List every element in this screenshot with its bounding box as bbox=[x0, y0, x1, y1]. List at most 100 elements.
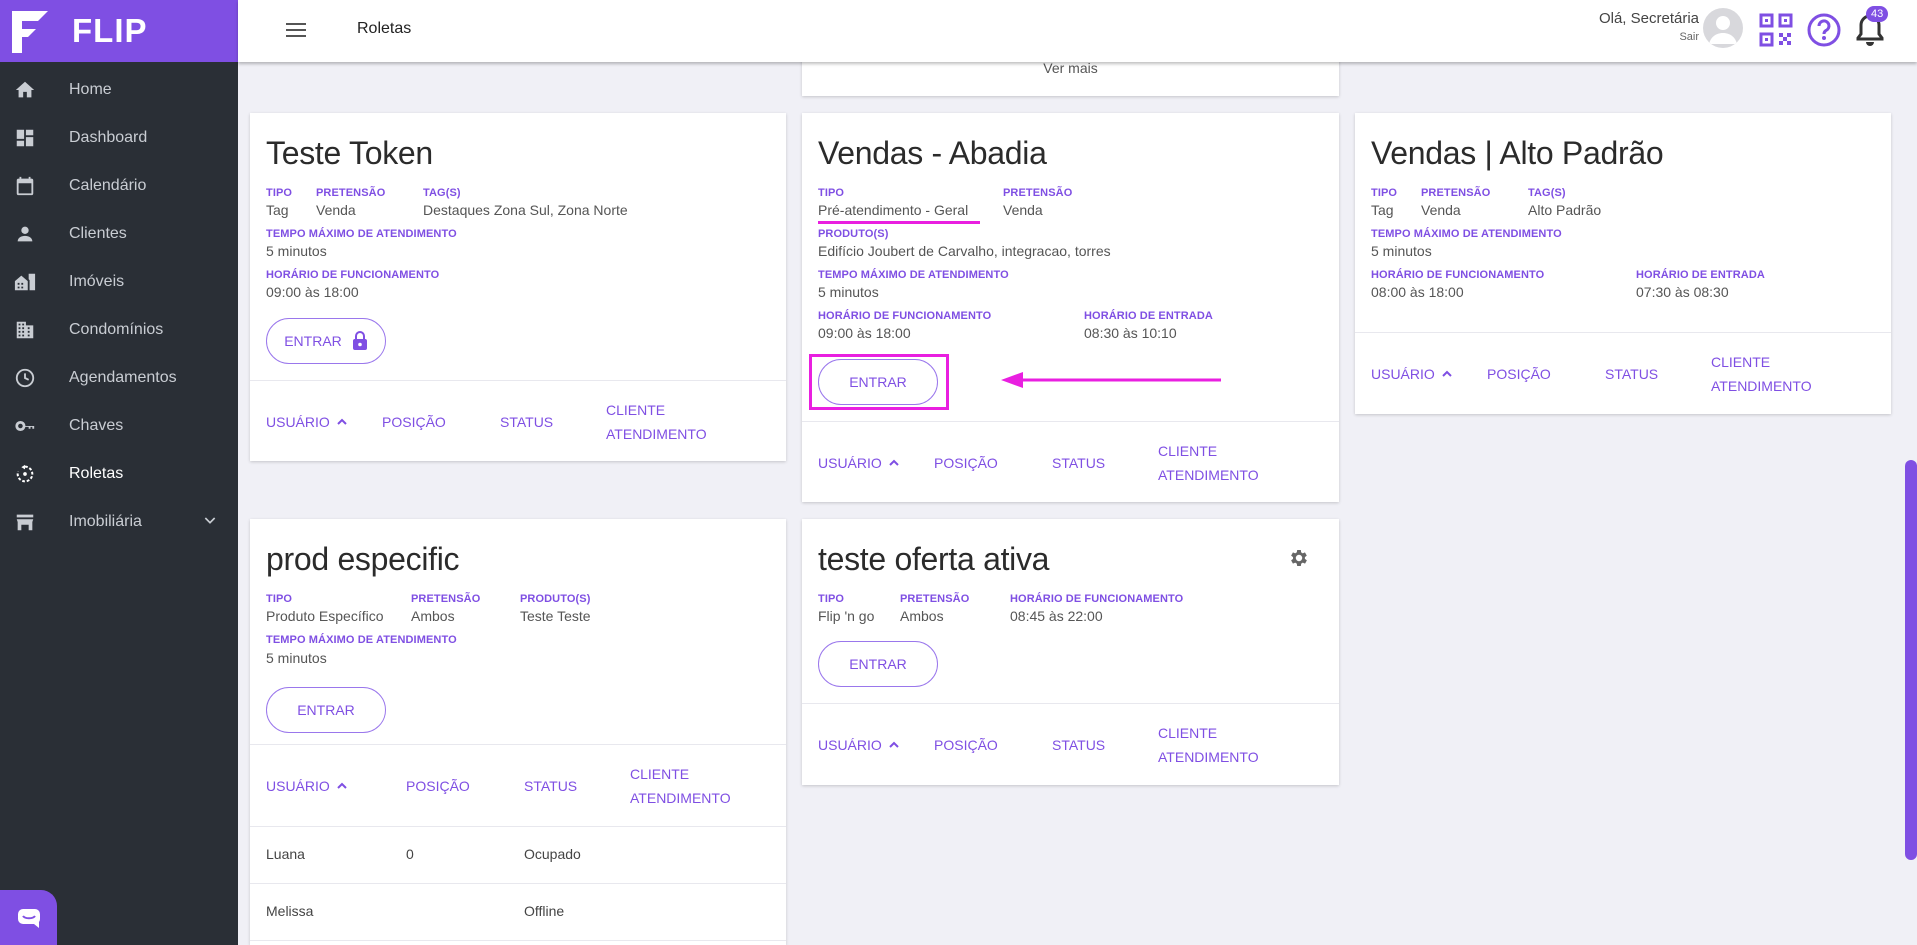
column-label: USUÁRIO bbox=[818, 455, 882, 471]
sidebar-item-imobiliaria[interactable]: Imobiliária bbox=[0, 498, 238, 546]
pretensao-label: PRETENSÃO bbox=[1421, 187, 1491, 199]
menu-icon[interactable] bbox=[286, 20, 308, 40]
column-label: USUÁRIO bbox=[1371, 366, 1435, 382]
sidebar-item-agendamentos[interactable]: Agendamentos bbox=[0, 354, 238, 402]
qr-code-icon[interactable] bbox=[1758, 12, 1794, 48]
usuario-column-header[interactable]: USUÁRIO bbox=[818, 733, 900, 757]
sidebar: FLIP Home Dashboard Calendário Clientes … bbox=[0, 0, 238, 945]
vertical-scrollbar[interactable] bbox=[1905, 460, 1917, 860]
status-column-header[interactable]: STATUS bbox=[1052, 733, 1105, 757]
cliente-column-header[interactable]: CLIENTE ATENDIMENTO bbox=[630, 762, 731, 810]
status-column-header[interactable]: STATUS bbox=[1052, 451, 1105, 475]
see-more-link[interactable]: Ver mais bbox=[802, 60, 1339, 76]
posicao-column-header[interactable]: POSIÇÃO bbox=[382, 410, 446, 434]
posicao-column-header[interactable]: POSIÇÃO bbox=[406, 774, 470, 798]
sidebar-item-chaves[interactable]: Chaves bbox=[0, 402, 238, 450]
cliente-column-header[interactable]: CLIENTE ATENDIMENTO bbox=[1158, 721, 1259, 769]
roleta-card-vendas-abadia: Vendas - Abadia TIPO Pré-atendimento - G… bbox=[802, 113, 1339, 502]
posicao-column-header[interactable]: POSIÇÃO bbox=[934, 733, 998, 757]
produtos-value: Teste Teste bbox=[520, 608, 591, 624]
divider bbox=[250, 883, 786, 884]
sort-up-icon bbox=[889, 459, 899, 466]
pretensao-label: PRETENSÃO bbox=[411, 593, 481, 605]
divider bbox=[802, 421, 1339, 422]
posicao-column-header[interactable]: POSIÇÃO bbox=[934, 451, 998, 475]
horario-func-label: HORÁRIO DE FUNCIONAMENTO bbox=[266, 269, 440, 281]
tipo-value: Flip 'n go bbox=[818, 608, 875, 624]
entrar-button[interactable]: ENTRAR bbox=[818, 641, 938, 687]
cliente-column-header[interactable]: CLIENTE ATENDIMENTO bbox=[1711, 350, 1812, 398]
roleta-card-teste-oferta-ativa: teste oferta ativa TIPO Flip 'n go PRETE… bbox=[802, 519, 1339, 785]
usuario-column-header[interactable]: USUÁRIO bbox=[1371, 362, 1453, 386]
status-column-header[interactable]: STATUS bbox=[524, 774, 577, 798]
column-label: USUÁRIO bbox=[818, 737, 882, 753]
entrar-button[interactable]: ENTRAR bbox=[266, 318, 386, 364]
column-label: ATENDIMENTO bbox=[630, 790, 731, 806]
card-title: Vendas | Alto Padrão bbox=[1371, 135, 1664, 171]
sort-up-icon bbox=[1442, 370, 1452, 377]
annotation-underline bbox=[818, 221, 980, 224]
cliente-column-header[interactable]: CLIENTE ATENDIMENTO bbox=[1158, 439, 1259, 487]
sidebar-item-clientes[interactable]: Clientes bbox=[0, 210, 238, 258]
usuario-column-header[interactable]: USUÁRIO bbox=[818, 451, 900, 475]
divider bbox=[250, 940, 786, 941]
person-icon bbox=[13, 222, 37, 246]
clock-icon bbox=[13, 366, 37, 390]
divider bbox=[250, 380, 786, 381]
entrar-label: ENTRAR bbox=[284, 333, 342, 349]
sidebar-item-condominios[interactable]: Condomínios bbox=[0, 306, 238, 354]
calendar-icon bbox=[13, 174, 37, 198]
status-column-header[interactable]: STATUS bbox=[1605, 362, 1658, 386]
posicao-column-header[interactable]: POSIÇÃO bbox=[1487, 362, 1551, 386]
help-icon[interactable] bbox=[1806, 12, 1842, 48]
sidebar-item-label: Chaves bbox=[69, 417, 124, 434]
divider bbox=[250, 826, 786, 827]
column-label: ATENDIMENTO bbox=[1158, 749, 1259, 765]
sort-up-icon bbox=[337, 418, 347, 425]
column-label: CLIENTE bbox=[1158, 725, 1218, 741]
topbar: Roletas Olá, Secretária Sair 43 bbox=[238, 0, 1917, 62]
tipo-value: Pré-atendimento - Geral bbox=[818, 202, 969, 218]
sidebar-item-roletas[interactable]: Roletas bbox=[0, 450, 238, 498]
tipo-label: TIPO bbox=[266, 593, 293, 605]
avatar[interactable] bbox=[1703, 8, 1743, 48]
tempo-value: 5 minutos bbox=[266, 243, 327, 259]
status-column-header[interactable]: STATUS bbox=[500, 410, 553, 434]
tipo-value: Tag bbox=[1371, 202, 1394, 218]
column-label: CLIENTE bbox=[630, 766, 690, 782]
tempo-label: TEMPO MÁXIMO DE ATENDIMENTO bbox=[266, 228, 457, 240]
sidebar-item-label: Imobiliária bbox=[69, 513, 142, 530]
card-title: prod especific bbox=[266, 541, 460, 577]
sort-up-icon bbox=[337, 782, 347, 789]
tipo-value: Tag bbox=[266, 202, 289, 218]
logout-link[interactable]: Sair bbox=[1599, 31, 1699, 43]
cliente-column-header[interactable]: CLIENTE ATENDIMENTO bbox=[606, 398, 707, 446]
roleta-card-vendas-alto-padrao: Vendas | Alto Padrão TIPO Tag PRETENSÃO … bbox=[1355, 113, 1891, 414]
chevron-down-icon[interactable] bbox=[202, 512, 218, 533]
gear-icon[interactable] bbox=[1288, 547, 1310, 569]
horario-func-value: 08:00 às 18:00 bbox=[1371, 284, 1464, 300]
chat-button[interactable] bbox=[0, 890, 57, 945]
horario-func-value: 08:45 às 22:00 bbox=[1010, 608, 1103, 624]
status-cell: Offline bbox=[524, 903, 565, 919]
lock-icon bbox=[352, 331, 367, 350]
brand-header[interactable]: FLIP bbox=[0, 0, 238, 62]
entrar-button[interactable]: ENTRAR bbox=[266, 687, 386, 733]
sidebar-item-label: Home bbox=[69, 81, 112, 98]
usuario-column-header[interactable]: USUÁRIO bbox=[266, 774, 348, 798]
usuario-column-header[interactable]: USUÁRIO bbox=[266, 410, 348, 434]
roleta-card-teste-token: Teste Token TIPO Tag PRETENSÃO Venda TAG… bbox=[250, 113, 786, 461]
pretensao-value: Venda bbox=[316, 202, 356, 218]
card-title: teste oferta ativa bbox=[818, 541, 1050, 577]
tipo-label: TIPO bbox=[818, 593, 845, 605]
sidebar-item-imoveis[interactable]: Imóveis bbox=[0, 258, 238, 306]
column-label: CLIENTE bbox=[606, 402, 666, 418]
pretensao-value: Ambos bbox=[900, 608, 944, 624]
avatar-icon bbox=[1709, 16, 1737, 44]
home-icon bbox=[13, 78, 37, 102]
sidebar-item-home[interactable]: Home bbox=[0, 66, 238, 114]
sidebar-item-label: Clientes bbox=[69, 225, 127, 242]
sidebar-item-calendario[interactable]: Calendário bbox=[0, 162, 238, 210]
horario-entrada-value: 07:30 às 08:30 bbox=[1636, 284, 1729, 300]
sidebar-item-dashboard[interactable]: Dashboard bbox=[0, 114, 238, 162]
